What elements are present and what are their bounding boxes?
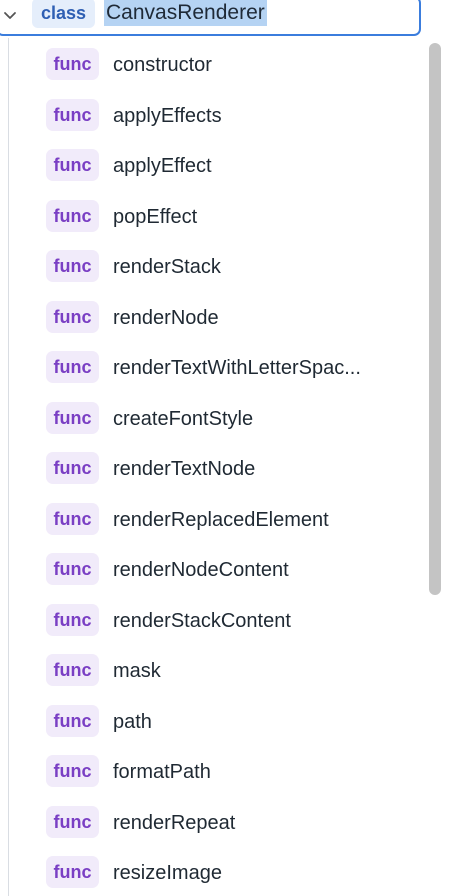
- outline-item-func[interactable]: func renderNode: [0, 297, 420, 337]
- func-name-label: applyEffect: [113, 155, 212, 177]
- func-kind-badge: func: [46, 300, 99, 333]
- func-kind-badge: func: [46, 805, 99, 838]
- func-name-label: applyEffects: [113, 104, 222, 127]
- func-name-label: formatPath: [113, 761, 211, 783]
- func-name-label: constructor: [113, 54, 212, 76]
- outline-item-func[interactable]: func popEffect: [0, 196, 420, 236]
- func-name-label: renderStackContent: [113, 609, 291, 632]
- outline-item-func[interactable]: func mask: [0, 650, 420, 690]
- outline-item-func[interactable]: func resizeImage: [0, 852, 420, 892]
- func-name-label: createFontStyle: [113, 407, 254, 430]
- outline-item-func[interactable]: func formatPath: [0, 751, 420, 791]
- func-kind-badge: func: [46, 553, 99, 585]
- class-kind-badge: class: [32, 0, 96, 28]
- func-kind-badge: func: [46, 351, 99, 383]
- func-name-label: renderTextWithLetterSpac...: [113, 357, 361, 379]
- outline-panel: class CanvasRenderer func constructor func…: [0, 0, 453, 896]
- outline-item-func[interactable]: func constructor: [0, 44, 420, 84]
- func-name-label: mask: [113, 660, 161, 682]
- outline-item-func[interactable]: func createFontStyle: [0, 398, 420, 438]
- func-kind-badge: func: [46, 199, 99, 232]
- func-kind-badge: func: [46, 704, 99, 737]
- outline-item-func[interactable]: func renderStackContent: [0, 600, 420, 640]
- func-name-label: renderNode: [113, 306, 219, 329]
- func-kind-badge: func: [46, 502, 99, 535]
- func-kind-badge: func: [46, 149, 99, 181]
- outline-item-func[interactable]: func renderNodeContent: [0, 549, 420, 589]
- func-kind-badge: func: [46, 603, 99, 636]
- func-name-label: path: [113, 710, 152, 733]
- func-name-label: popEffect: [113, 205, 198, 228]
- func-name-label: renderRepeat: [113, 811, 236, 834]
- outline-item-func[interactable]: func applyEffects: [0, 95, 420, 135]
- func-name-label: renderNodeContent: [113, 559, 289, 581]
- outline-item-func[interactable]: func renderStack: [0, 246, 420, 286]
- func-name-label: resizeImage: [113, 862, 222, 884]
- func-name-label: renderReplacedElement: [113, 508, 329, 531]
- outline-item-func[interactable]: func renderRepeat: [0, 802, 420, 842]
- class-name-label: CanvasRenderer: [104, 0, 267, 26]
- func-kind-badge: func: [46, 48, 99, 80]
- func-kind-badge: func: [46, 452, 99, 484]
- func-kind-badge: func: [46, 98, 99, 131]
- outline-item-func[interactable]: func renderTextWithLetterSpac...: [0, 347, 420, 387]
- outline-item-func[interactable]: func renderReplacedElement: [0, 499, 420, 539]
- func-kind-badge: func: [46, 856, 99, 888]
- func-kind-badge: func: [46, 401, 99, 434]
- outline-item-class-canvasrenderer[interactable]: class CanvasRenderer: [0, 0, 421, 36]
- func-name-label: renderStack: [113, 256, 221, 278]
- outline-item-func[interactable]: func applyEffect: [0, 145, 420, 185]
- outline-item-func[interactable]: func path: [0, 701, 420, 741]
- chevron-down-icon[interactable]: [2, 7, 18, 23]
- outline-item-func[interactable]: func renderTextNode: [0, 448, 420, 488]
- func-kind-badge: func: [46, 755, 99, 787]
- func-kind-badge: func: [46, 654, 99, 686]
- scrollbar-thumb[interactable]: [429, 43, 441, 595]
- func-kind-badge: func: [46, 250, 99, 282]
- func-name-label: renderTextNode: [113, 458, 256, 480]
